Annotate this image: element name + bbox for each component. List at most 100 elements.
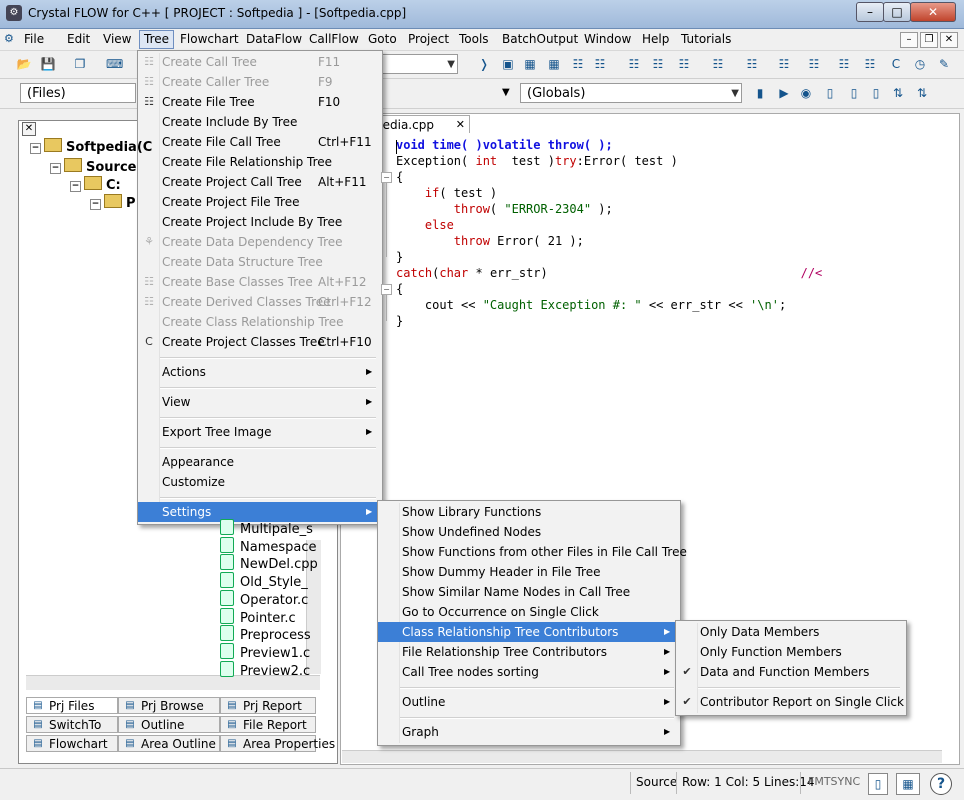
- caller-tree-icon[interactable]: ☷: [710, 56, 726, 72]
- menu-item-view[interactable]: View ▶: [138, 392, 380, 412]
- tile-vertical-icon[interactable]: ▦: [546, 56, 562, 72]
- file-node[interactable]: NewDel.cpp: [220, 554, 318, 572]
- page-next-icon[interactable]: ▯: [846, 85, 862, 101]
- fold-icon[interactable]: −: [381, 284, 392, 295]
- tab-area-properties[interactable]: ▤ Area Properties: [220, 735, 335, 752]
- menu-item-create-file-relationship-tree[interactable]: Create File Relationship Tree: [138, 152, 380, 172]
- phone-icon[interactable]: ▯: [868, 773, 888, 795]
- file-node[interactable]: Operator.c: [220, 589, 308, 608]
- base-tree-icon[interactable]: ☷: [806, 56, 822, 72]
- collapse-icon[interactable]: −: [30, 143, 41, 154]
- menu-view[interactable]: View: [99, 31, 135, 48]
- tab-prj-report[interactable]: ▤ Prj Report: [220, 697, 316, 714]
- menu-project[interactable]: Project: [404, 31, 453, 48]
- menu-item-create-call-tree[interactable]: ☷ Create Call Tree F11: [138, 52, 380, 72]
- file-node[interactable]: Multipale_s: [220, 519, 313, 537]
- menu-item-show-undefined-nodes[interactable]: Show Undefined Nodes: [378, 522, 678, 542]
- app-icon[interactable]: ⚙: [6, 5, 22, 21]
- cascade-icon[interactable]: ▣: [500, 56, 516, 72]
- menu-item-create-data-dependency-tree[interactable]: ⚘ Create Data Dependency Tree: [138, 232, 380, 252]
- menu-item-create-file-tree[interactable]: ☷ Create File Tree F10: [138, 92, 380, 112]
- menu-item-outline[interactable]: Outline ▶: [378, 692, 678, 712]
- menu-item-create-derived-classes-tree[interactable]: ☷ Create Derived Classes Tree Ctrl+F12: [138, 292, 380, 312]
- menu-tools[interactable]: Tools: [455, 31, 493, 48]
- globals-combo[interactable]: (Globals) ▼: [520, 83, 742, 103]
- menu-item-show-functions-from-other-files-in-file-call-tree[interactable]: Show Functions from other Files in File …: [378, 542, 687, 562]
- tree-view-icon[interactable]: ☷: [592, 56, 608, 72]
- call-tree-icon[interactable]: ☷: [676, 56, 692, 72]
- editor-horizontal-scrollbar[interactable]: [342, 750, 942, 763]
- close-icon[interactable]: ✕: [22, 122, 36, 136]
- tab-prj-browse[interactable]: ▤ Prj Browse: [118, 697, 220, 714]
- menu-item-graph[interactable]: Graph ▶: [378, 722, 678, 742]
- clock-icon[interactable]: ◷: [912, 56, 928, 72]
- menu-item-contributor-report[interactable]: ✔ Contributor Report on Single Click: [676, 692, 904, 712]
- menu-item-appearance[interactable]: Appearance: [138, 452, 380, 472]
- page-icon[interactable]: ▯: [822, 85, 838, 101]
- mdi-close-button[interactable]: ✕: [940, 32, 958, 48]
- menu-edit[interactable]: Edit: [63, 31, 94, 48]
- menu-file[interactable]: File: [20, 31, 48, 48]
- file-node[interactable]: Old_Style_: [220, 572, 308, 590]
- menu-item-show-dummy-header-in-file-tree[interactable]: Show Dummy Header in File Tree: [378, 562, 678, 582]
- derived-tree-icon[interactable]: ☷: [776, 56, 792, 72]
- menu-item-create-project-file-tree[interactable]: Create Project File Tree: [138, 192, 380, 212]
- collapse-icon[interactable]: −: [50, 163, 61, 174]
- close-button[interactable]: ✕: [910, 2, 956, 22]
- menu-item-only-function-members[interactable]: Only Function Members: [676, 642, 904, 662]
- menu-item-customize[interactable]: Customize: [138, 472, 380, 492]
- data-tree-icon[interactable]: ☷: [836, 56, 852, 72]
- menu-item-class-relationship-tree-contributors[interactable]: Class Relationship Tree Contributors ▶: [378, 622, 678, 642]
- open-folder-icon[interactable]: 📂: [16, 56, 32, 72]
- tab-flowchart[interactable]: ▤ Flowchart: [26, 735, 118, 752]
- collapse-icon[interactable]: ⇅: [914, 85, 930, 101]
- menu-item-create-include-by-tree[interactable]: Create Include By Tree: [138, 112, 380, 132]
- tab-outline[interactable]: ▤ Outline: [118, 716, 220, 733]
- menu-batchoutput[interactable]: BatchOutput: [498, 31, 582, 48]
- menu-item-create-project-classes-tree[interactable]: C Create Project Classes Tree Ctrl+F10: [138, 332, 380, 352]
- help-button[interactable]: ?: [930, 773, 952, 795]
- menu-item-call-tree-nodes-sorting[interactable]: Call Tree nodes sorting ▶: [378, 662, 678, 682]
- tree-node[interactable]: − P: [90, 194, 136, 211]
- save-icon[interactable]: 💾: [40, 56, 56, 72]
- go-icon[interactable]: ▶: [776, 85, 792, 101]
- menu-callflow[interactable]: CallFlow: [305, 31, 363, 48]
- menu-item-export-tree-image[interactable]: Export Tree Image ▶: [138, 422, 380, 442]
- network-icon[interactable]: ☷: [570, 56, 586, 72]
- file-node[interactable]: Preprocess: [220, 625, 311, 643]
- mdi-minimize-button[interactable]: –: [900, 32, 918, 48]
- menu-item-show-similar-name-nodes-in-call-tree[interactable]: Show Similar Name Nodes in Call Tree: [378, 582, 678, 602]
- relation-tree-icon[interactable]: ☷: [862, 56, 878, 72]
- file-node[interactable]: Namespace: [220, 536, 317, 555]
- editor-tab[interactable]: pedia.cpp ✕: [370, 115, 470, 133]
- tile-icon[interactable]: ▦: [522, 56, 538, 72]
- flow-split-icon[interactable]: ☷: [650, 56, 666, 72]
- menu-item-create-project-call-tree[interactable]: Create Project Call Tree Alt+F11: [138, 172, 380, 192]
- flow-icon[interactable]: ☷: [626, 56, 642, 72]
- text-format-icon[interactable]: ⌨: [106, 56, 123, 72]
- menu-help[interactable]: Help: [638, 31, 673, 48]
- class-tree-icon[interactable]: ☷: [744, 56, 760, 72]
- menu-item-create-base-classes-tree[interactable]: ☷ Create Base Classes Tree Alt+F12: [138, 272, 380, 292]
- files-combo[interactable]: (Files): [20, 83, 136, 103]
- chevron-down-icon[interactable]: ▼: [502, 87, 510, 98]
- menu-dataflow[interactable]: DataFlow: [242, 31, 306, 48]
- calendar-icon[interactable]: ▦: [896, 773, 920, 795]
- brace-match-icon[interactable]: ❭: [476, 56, 492, 72]
- tab-switchto[interactable]: ▤ SwitchTo: [26, 716, 118, 733]
- menu-item-create-file-call-tree[interactable]: Create File Call Tree Ctrl+F11: [138, 132, 380, 152]
- menu-item-show-library-functions[interactable]: Show Library Functions: [378, 502, 678, 522]
- menu-item-only-data-members[interactable]: Only Data Members: [676, 622, 904, 642]
- mdi-restore-button[interactable]: ❐: [920, 32, 938, 48]
- tree-node[interactable]: − Softpedia(C: [30, 138, 152, 155]
- menu-item-file-relationship-tree-contributors[interactable]: File Relationship Tree Contributors ▶: [378, 642, 678, 662]
- maximize-button[interactable]: □: [883, 2, 911, 22]
- close-icon[interactable]: ✕: [456, 116, 465, 134]
- file-node[interactable]: Preview1.c: [220, 642, 310, 661]
- mdi-doc-icon[interactable]: ⚙: [4, 32, 18, 46]
- menu-tree[interactable]: Tree: [139, 30, 175, 49]
- tree-node[interactable]: − C:: [70, 176, 121, 193]
- notes-icon[interactable]: ✎: [936, 56, 952, 72]
- minimize-button[interactable]: –: [856, 2, 884, 22]
- page-prev-icon[interactable]: ▯: [868, 85, 884, 101]
